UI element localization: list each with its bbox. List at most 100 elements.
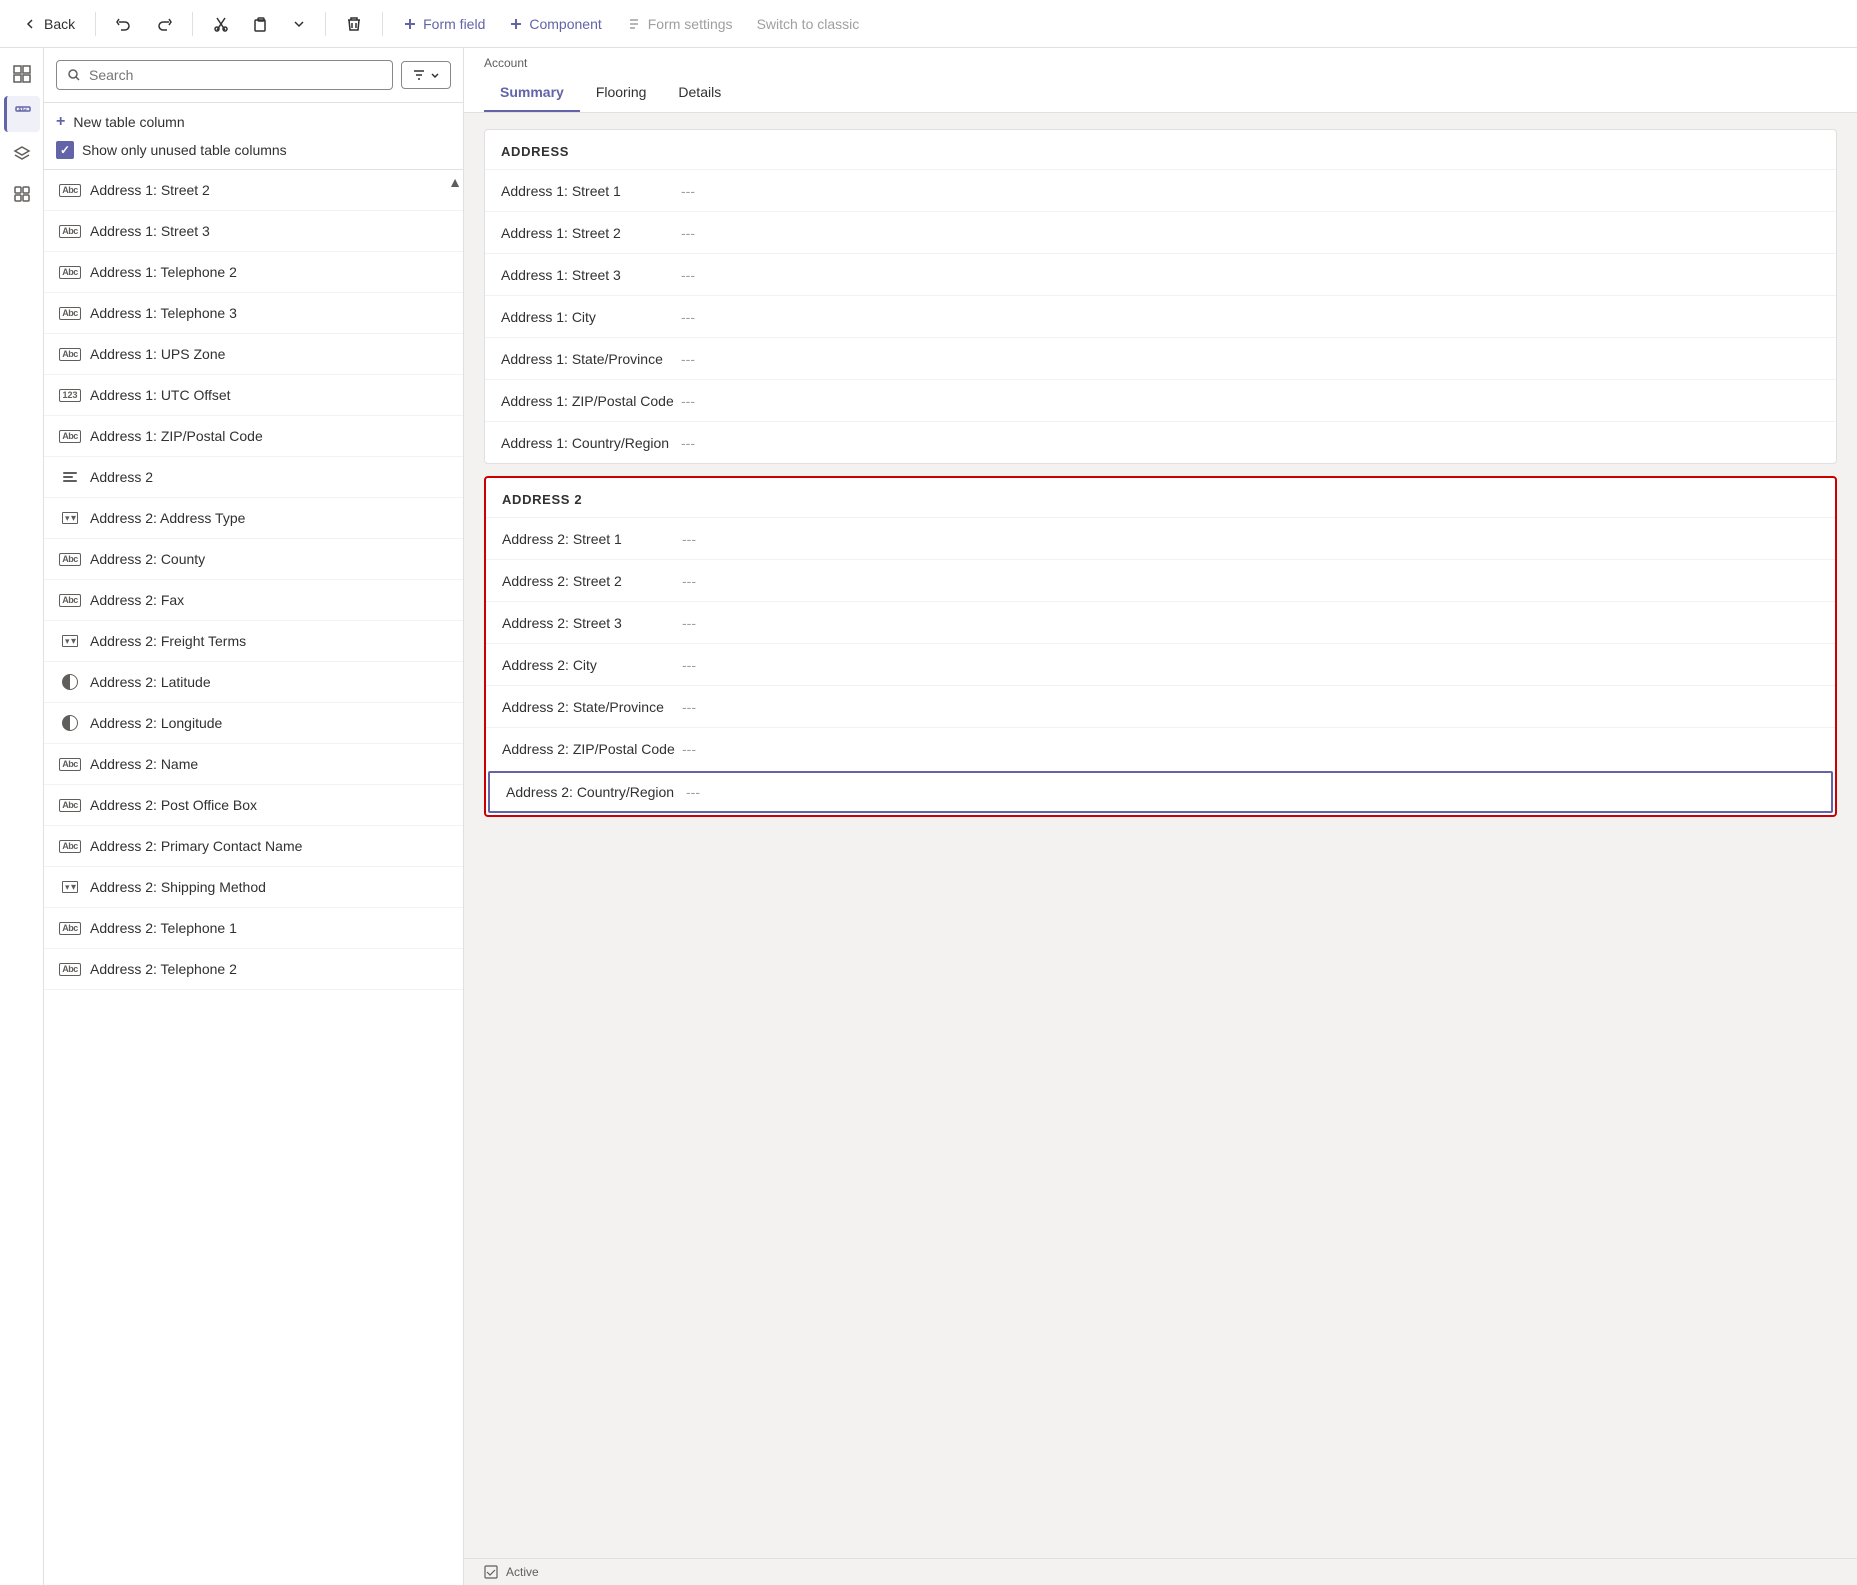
fields-icon: Abc bbox=[14, 105, 32, 123]
field-item[interactable]: Address 2 bbox=[44, 457, 463, 498]
search-input-wrapper[interactable] bbox=[56, 60, 393, 90]
field-type-icon: Abc bbox=[60, 754, 80, 774]
switch-classic-label: Switch to classic bbox=[757, 16, 860, 32]
sidebar-icon-grid[interactable] bbox=[4, 56, 40, 92]
field-item[interactable]: Abc Address 1: Telephone 2 bbox=[44, 252, 463, 293]
search-icon bbox=[67, 68, 81, 82]
field-item[interactable]: Address 2: Longitude bbox=[44, 703, 463, 744]
field-item-label: Address 1: ZIP/Postal Code bbox=[90, 428, 263, 444]
form-settings-icon bbox=[626, 16, 642, 32]
field-type-icon bbox=[60, 467, 80, 487]
field-item[interactable]: Abc Address 1: ZIP/Postal Code bbox=[44, 416, 463, 457]
field-item-label: Address 2: Fax bbox=[90, 592, 184, 608]
tab-flooring[interactable]: Flooring bbox=[580, 74, 663, 112]
field-type-icon: Abc bbox=[60, 836, 80, 856]
status-bar: Active bbox=[464, 1558, 1857, 1585]
field-type-icon: Abc bbox=[60, 959, 80, 979]
field-type-icon: ▾ bbox=[60, 877, 80, 897]
field-type-icon: Abc bbox=[60, 426, 80, 446]
back-icon bbox=[22, 16, 38, 32]
address1-state-label: Address 1: State/Province bbox=[501, 351, 681, 367]
field-item[interactable]: Abc Address 2: Post Office Box bbox=[44, 785, 463, 826]
sidebar-icons: Abc bbox=[0, 48, 44, 1585]
svg-text:Abc: Abc bbox=[18, 108, 28, 114]
component-button[interactable]: Component bbox=[499, 10, 611, 38]
address1-zip-label: Address 1: ZIP/Postal Code bbox=[501, 393, 681, 409]
cut-button[interactable] bbox=[203, 10, 239, 38]
address2-country-row[interactable]: Address 2: Country/Region --- bbox=[488, 771, 1833, 813]
field-item[interactable]: Abc Address 1: Street 2 bbox=[44, 170, 463, 211]
address1-state-row: Address 1: State/Province --- bbox=[485, 337, 1836, 379]
tab-summary[interactable]: Summary bbox=[484, 74, 580, 112]
delete-button[interactable] bbox=[336, 10, 372, 38]
sidebar-icon-layers[interactable] bbox=[4, 136, 40, 172]
new-table-column-row[interactable]: + New table column bbox=[56, 113, 451, 131]
field-item[interactable]: Abc Address 2: Name bbox=[44, 744, 463, 785]
back-button[interactable]: Back bbox=[12, 10, 85, 38]
entity-name: Account bbox=[484, 56, 1837, 74]
form-field-button[interactable]: Form field bbox=[393, 10, 495, 38]
field-type-icon bbox=[60, 672, 80, 692]
address1-country-label: Address 1: Country/Region bbox=[501, 435, 681, 451]
dropdown-button[interactable] bbox=[283, 12, 315, 36]
redo-button[interactable] bbox=[146, 10, 182, 38]
field-item-label: Address 2: Address Type bbox=[90, 510, 245, 526]
address1-street3-value: --- bbox=[681, 267, 1820, 283]
field-item-label: Address 2: Telephone 1 bbox=[90, 920, 237, 936]
search-input[interactable] bbox=[89, 67, 382, 83]
address1-country-value: --- bbox=[681, 435, 1820, 451]
form-settings-label: Form settings bbox=[648, 16, 733, 32]
field-item[interactable]: ▾ Address 2: Shipping Method bbox=[44, 867, 463, 908]
address2-street3-row: Address 2: Street 3 --- bbox=[486, 601, 1835, 643]
field-item[interactable]: Abc Address 2: Primary Contact Name bbox=[44, 826, 463, 867]
address1-street1-value: --- bbox=[681, 183, 1820, 199]
address1-zip-value: --- bbox=[681, 393, 1820, 409]
field-type-icon: Abc bbox=[60, 180, 80, 200]
field-type-icon: Abc bbox=[60, 590, 80, 610]
field-item[interactable]: Abc Address 1: UPS Zone bbox=[44, 334, 463, 375]
address1-city-value: --- bbox=[681, 309, 1820, 325]
address1-city-row: Address 1: City --- bbox=[485, 295, 1836, 337]
sidebar-icon-fields[interactable]: Abc bbox=[4, 96, 40, 132]
address2-state-label: Address 2: State/Province bbox=[502, 699, 682, 715]
field-item[interactable]: 123 Address 1: UTC Offset bbox=[44, 375, 463, 416]
components-icon bbox=[13, 185, 31, 203]
show-unused-row[interactable]: Show only unused table columns bbox=[56, 141, 451, 159]
undo-button[interactable] bbox=[106, 10, 142, 38]
filter-icon bbox=[412, 68, 426, 82]
field-item[interactable]: Abc Address 2: Fax bbox=[44, 580, 463, 621]
toolbar-divider-2 bbox=[192, 12, 193, 36]
field-item[interactable]: Abc Address 1: Telephone 3 bbox=[44, 293, 463, 334]
sidebar-icon-components[interactable] bbox=[4, 176, 40, 212]
field-type-icon: Abc bbox=[60, 918, 80, 938]
address1-city-label: Address 1: City bbox=[501, 309, 681, 325]
tab-bar: Summary Flooring Details bbox=[484, 74, 1837, 112]
field-item[interactable]: ▾ Address 2: Freight Terms bbox=[44, 621, 463, 662]
tab-details[interactable]: Details bbox=[662, 74, 737, 112]
address2-street1-label: Address 2: Street 1 bbox=[502, 531, 682, 547]
layers-icon bbox=[13, 145, 31, 163]
filter-button[interactable] bbox=[401, 61, 451, 89]
field-item[interactable]: Abc Address 1: Street 3 bbox=[44, 211, 463, 252]
new-table-column-label: New table column bbox=[73, 114, 184, 130]
show-unused-label: Show only unused table columns bbox=[82, 142, 287, 158]
delete-icon bbox=[346, 16, 362, 32]
address2-country-label: Address 2: Country/Region bbox=[506, 784, 686, 800]
switch-classic-button[interactable]: Switch to classic bbox=[747, 10, 870, 38]
toolbar-divider-3 bbox=[325, 12, 326, 36]
field-item[interactable]: Abc Address 2: Telephone 2 bbox=[44, 949, 463, 990]
show-unused-checkbox[interactable] bbox=[56, 141, 74, 159]
address1-street3-label: Address 1: Street 3 bbox=[501, 267, 681, 283]
paste-button[interactable] bbox=[243, 10, 279, 38]
address-section: ADDRESS Address 1: Street 1 --- Address … bbox=[484, 129, 1837, 464]
address2-street3-label: Address 2: Street 3 bbox=[502, 615, 682, 631]
field-item[interactable]: ▾ Address 2: Address Type bbox=[44, 498, 463, 539]
form-settings-button[interactable]: Form settings bbox=[616, 10, 743, 38]
address1-country-row: Address 1: Country/Region --- bbox=[485, 421, 1836, 463]
address1-street2-label: Address 1: Street 2 bbox=[501, 225, 681, 241]
field-type-icon bbox=[60, 713, 80, 733]
field-item[interactable]: Abc Address 2: Telephone 1 bbox=[44, 908, 463, 949]
field-item[interactable]: Abc Address 2: County bbox=[44, 539, 463, 580]
content-area: Account Summary Flooring Details ADDRESS… bbox=[464, 48, 1857, 1585]
field-item[interactable]: Address 2: Latitude bbox=[44, 662, 463, 703]
